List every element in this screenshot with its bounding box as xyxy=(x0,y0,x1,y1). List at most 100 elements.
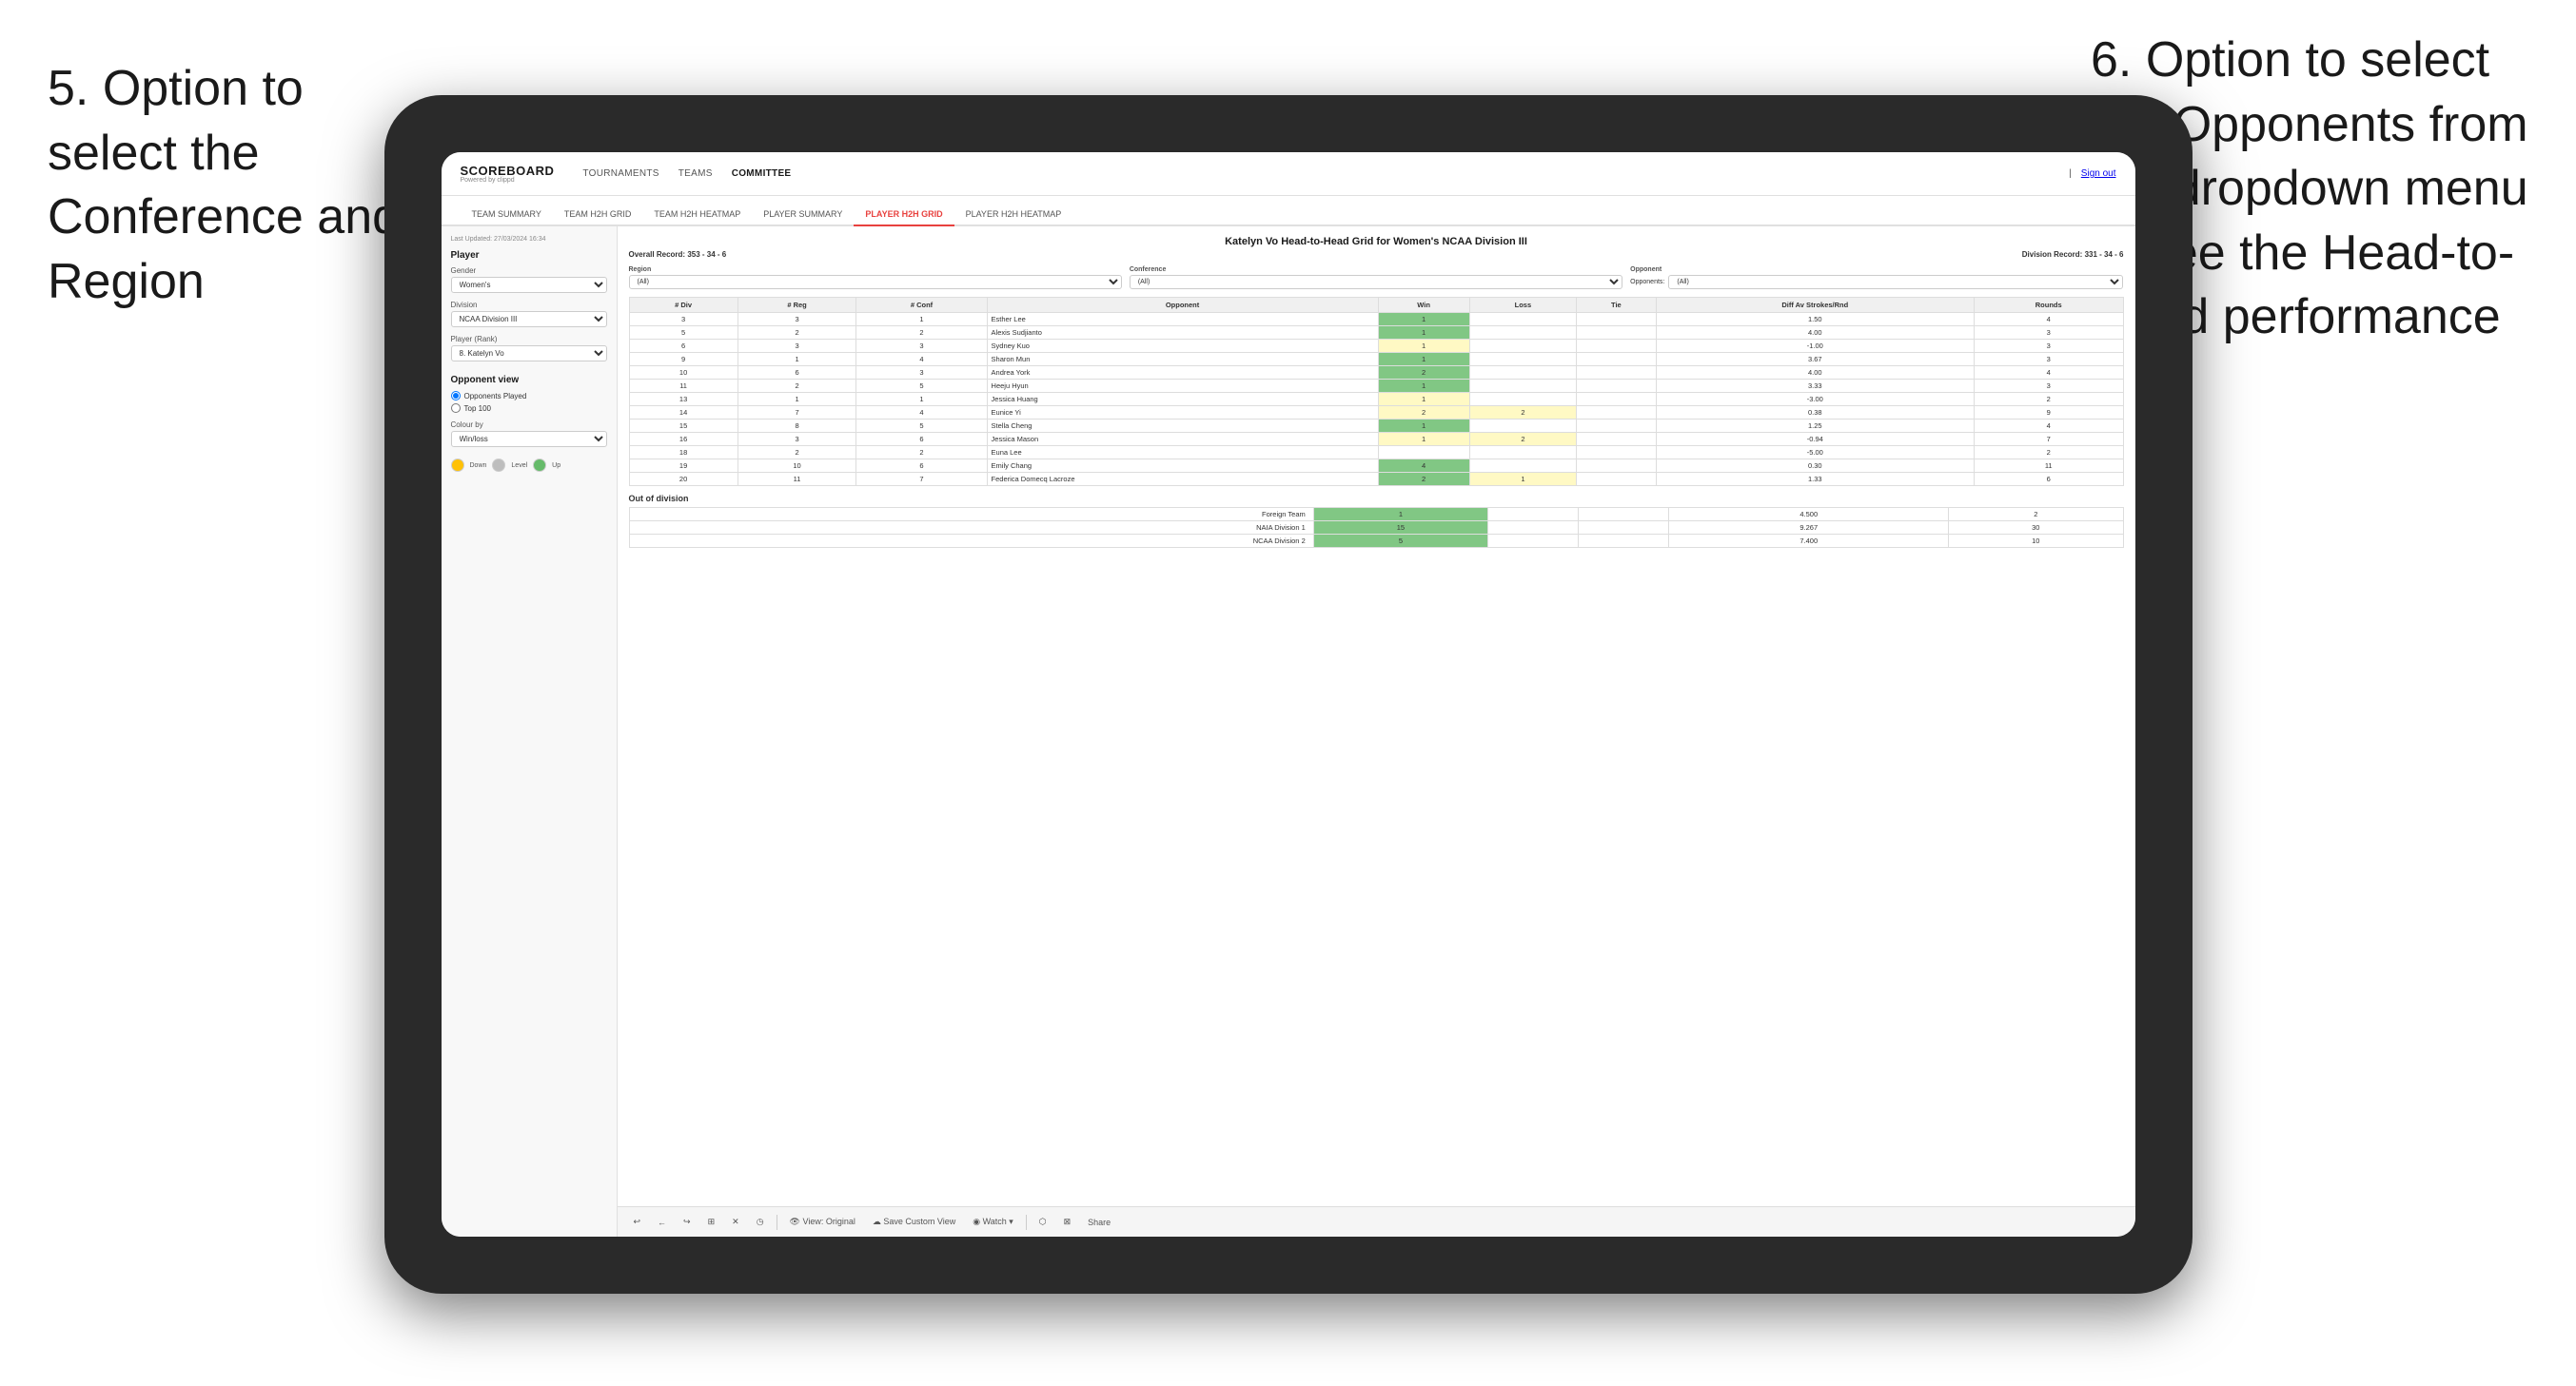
cell-opponent: Sydney Kuo xyxy=(987,340,1378,353)
table-row: 5 2 2 Alexis Sudjianto 1 4.00 3 xyxy=(629,326,2123,340)
cell-diff: 0.30 xyxy=(1656,459,1974,473)
ood-cell-loss xyxy=(1488,521,1579,535)
nav-committee[interactable]: COMMITTEE xyxy=(732,165,792,183)
ood-table-row: NAIA Division 1 15 9.267 30 xyxy=(629,521,2123,535)
cell-loss: 2 xyxy=(1469,433,1576,446)
cell-div: 13 xyxy=(629,393,737,406)
ood-cell-rounds: 10 xyxy=(1949,535,2123,548)
table-row: 16 3 6 Jessica Mason 1 2 -0.94 7 xyxy=(629,433,2123,446)
colour-legend: Down Level Up xyxy=(451,459,607,472)
cell-rounds: 4 xyxy=(1974,420,2123,433)
cell-loss xyxy=(1469,459,1576,473)
cell-tie xyxy=(1577,366,1657,380)
grid-content: Katelyn Vo Head-to-Head Grid for Women's… xyxy=(618,226,2135,1206)
opponent-filter-group: Opponent Opponents: (All) xyxy=(1630,266,2123,289)
radio-opponents-played[interactable]: Opponents Played xyxy=(451,391,607,400)
division-record-label: Division Record: xyxy=(2022,250,2083,259)
header-separator: | xyxy=(2069,168,2072,179)
region-filter-select-row: (All) xyxy=(629,275,1122,289)
table-row: 6 3 3 Sydney Kuo 1 -1.00 3 xyxy=(629,340,2123,353)
ood-cell-diff: 7.400 xyxy=(1669,535,1949,548)
timer-button[interactable]: ◷ xyxy=(752,1215,769,1229)
cell-tie xyxy=(1577,326,1657,340)
subnav-player-summary[interactable]: PLAYER SUMMARY xyxy=(752,204,854,226)
cell-conf: 4 xyxy=(856,406,987,420)
cell-diff: -3.00 xyxy=(1656,393,1974,406)
cell-tie xyxy=(1577,380,1657,393)
cell-diff: -5.00 xyxy=(1656,446,1974,459)
cell-loss xyxy=(1469,446,1576,459)
annotation-left: 5. Option to select the Conference and R… xyxy=(48,57,409,314)
cell-div: 9 xyxy=(629,353,737,366)
cell-conf: 5 xyxy=(856,380,987,393)
radio-top100[interactable]: Top 100 xyxy=(451,403,607,413)
gender-select[interactable]: Women's xyxy=(451,277,607,293)
conference-filter-label: Conference xyxy=(1130,266,1622,273)
colour-select[interactable]: Win/loss xyxy=(451,431,607,447)
save-custom-view-button[interactable]: ☁ Save Custom View xyxy=(868,1215,960,1229)
cell-loss xyxy=(1469,340,1576,353)
sign-out-link[interactable]: Sign out xyxy=(2081,168,2116,179)
table-row: 14 7 4 Eunice Yi 2 2 0.38 9 xyxy=(629,406,2123,420)
table-button[interactable]: ⊠ xyxy=(1059,1215,1076,1229)
watch-button[interactable]: ◉ Watch ▾ xyxy=(968,1215,1018,1229)
ood-cell-tie xyxy=(1579,535,1669,548)
subnav-team-h2h-grid[interactable]: TEAM H2H GRID xyxy=(553,204,643,226)
overall-record: 353 - 34 - 6 xyxy=(687,250,726,259)
cell-conf: 5 xyxy=(856,420,987,433)
share-button[interactable]: Share xyxy=(1083,1216,1115,1229)
view-original-button[interactable]: 👁 View: Original xyxy=(785,1215,860,1229)
cell-diff: 3.67 xyxy=(1656,353,1974,366)
right-panel: Katelyn Vo Head-to-Head Grid for Women's… xyxy=(618,226,2135,1237)
opponent-filter-select[interactable]: (All) xyxy=(1668,275,2123,289)
ood-cell-loss xyxy=(1488,535,1579,548)
cell-diff: 1.50 xyxy=(1656,313,1974,326)
close-button[interactable]: ✕ xyxy=(727,1215,744,1229)
cell-diff: 0.38 xyxy=(1656,406,1974,420)
table-row: 3 3 1 Esther Lee 1 1.50 4 xyxy=(629,313,2123,326)
back-button[interactable]: ← xyxy=(653,1216,671,1229)
cell-reg: 10 xyxy=(737,459,856,473)
player-select[interactable]: 8. Katelyn Vo xyxy=(451,345,607,361)
cell-rounds: 2 xyxy=(1974,446,2123,459)
layout-button[interactable]: ⬡ xyxy=(1034,1215,1052,1229)
nav-tournaments[interactable]: TOURNAMENTS xyxy=(582,165,659,183)
out-of-division-table: Foreign Team 1 4.500 2 NAIA Division 1 1… xyxy=(629,507,2124,548)
cell-reg: 1 xyxy=(737,353,856,366)
subnav-player-h2h-grid[interactable]: PLAYER H2H GRID xyxy=(854,204,954,226)
gender-label: Gender xyxy=(451,266,607,275)
header-right: | Sign out xyxy=(2069,168,2115,179)
cell-rounds: 3 xyxy=(1974,340,2123,353)
cell-div: 19 xyxy=(629,459,737,473)
th-div: # Div xyxy=(629,298,737,313)
subnav-player-h2h-heatmap[interactable]: PLAYER H2H HEATMAP xyxy=(954,204,1073,226)
conference-filter-select[interactable]: (All) xyxy=(1130,275,1622,289)
region-filter-select[interactable]: (All) xyxy=(629,275,1122,289)
subnav-team-h2h-heatmap[interactable]: TEAM H2H HEATMAP xyxy=(642,204,752,226)
ood-table-row: NCAA Division 2 5 7.400 10 xyxy=(629,535,2123,548)
cell-win: 2 xyxy=(1378,473,1469,486)
grid-button[interactable]: ⊞ xyxy=(703,1215,720,1229)
cell-diff: -1.00 xyxy=(1656,340,1974,353)
undo-button[interactable]: ↩ xyxy=(629,1215,646,1229)
th-conf: # Conf xyxy=(856,298,987,313)
cell-tie xyxy=(1577,406,1657,420)
cell-conf: 7 xyxy=(856,473,987,486)
th-tie: Tie xyxy=(1577,298,1657,313)
sidebar-player-title: Player xyxy=(451,250,607,261)
th-reg: # Reg xyxy=(737,298,856,313)
cell-opponent: Stella Cheng xyxy=(987,420,1378,433)
cell-loss: 1 xyxy=(1469,473,1576,486)
nav-teams[interactable]: TEAMS xyxy=(678,165,713,183)
division-select[interactable]: NCAA Division III xyxy=(451,311,607,327)
ood-cell-tie xyxy=(1579,521,1669,535)
player-rank-label: Player (Rank) xyxy=(451,335,607,343)
tablet-screen: SCOREBOARD Powered by clippd TOURNAMENTS… xyxy=(442,152,2135,1237)
redo-button[interactable]: ↪ xyxy=(678,1215,696,1229)
th-diff: Diff Av Strokes/Rnd xyxy=(1656,298,1974,313)
cell-diff: 4.00 xyxy=(1656,366,1974,380)
cell-win: 1 xyxy=(1378,380,1469,393)
cell-rounds: 4 xyxy=(1974,366,2123,380)
ood-cell-rounds: 2 xyxy=(1949,508,2123,521)
subnav-team-summary[interactable]: TEAM SUMMARY xyxy=(461,204,553,226)
